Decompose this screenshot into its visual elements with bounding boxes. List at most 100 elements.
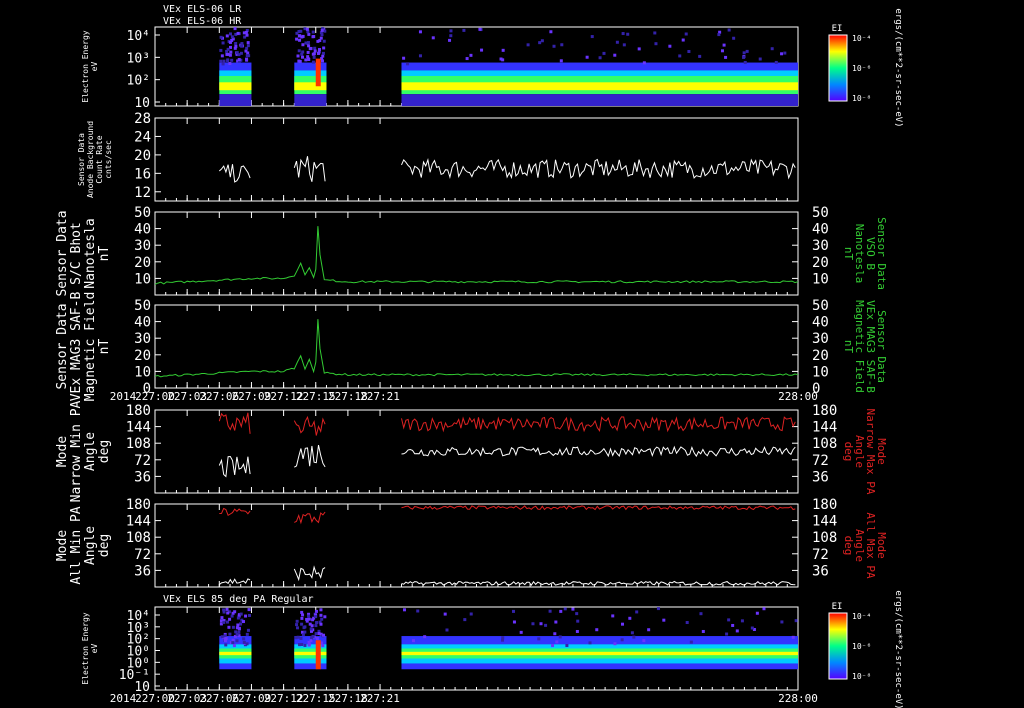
panel-0-heat-pixel: [245, 46, 249, 50]
panel-0-heat-pixel: [758, 57, 762, 61]
panel-6-heat-pixel: [611, 614, 615, 618]
panel-6-heat-pixel: [571, 607, 575, 611]
panel-6-heat-pixel: [519, 630, 523, 634]
colorbar-0-unit: ergs/(cm**2-sr-sec-eV): [893, 8, 903, 127]
panel-0-heat-pixel: [299, 29, 303, 33]
panel-6-heat-pixel: [555, 640, 559, 644]
panel-6-heat-pixel: [735, 629, 739, 633]
panel-6-heat-pixel: [319, 608, 323, 612]
panel-6-heat-pixel: [236, 616, 240, 620]
panel-4-ytick-label: 108: [126, 436, 151, 452]
panel-6-heat-pixel: [308, 622, 312, 626]
panel-6-heat-pixel: [301, 633, 305, 637]
panel-0-heat-pixel: [296, 54, 300, 58]
panel-3-ytick-label: 50: [134, 298, 151, 314]
panel-0-heat-pixel: [732, 36, 736, 40]
panel-6-heat-pixel: [224, 643, 228, 647]
panel-0-heat-pixel: [233, 46, 237, 50]
panel-0-heat-band: [294, 94, 327, 106]
colorbar-0-label: EI: [832, 24, 843, 34]
panel-5-ylabel-line: Mode: [55, 530, 70, 561]
panel-6-heat-pixel: [309, 627, 313, 631]
panel-0-heat-pixel: [526, 43, 530, 47]
panel-6-heat-pixel: [235, 639, 239, 643]
panel-1-ytick-label: 24: [134, 129, 151, 145]
colorbar-6-tick: 10⁻⁸: [852, 672, 871, 681]
panel-0-ytick-label: 10: [134, 96, 150, 111]
panel-6-heat-pixel: [563, 607, 567, 611]
panel-1-ylabel-line: Count Rate: [95, 135, 104, 183]
panel-0-heat-pixel: [297, 49, 301, 53]
panel-6-heat-pixel: [314, 615, 318, 619]
panel-0-heat-pixel: [229, 50, 233, 54]
panel-5-right-label-line: deg: [842, 536, 855, 556]
panel-6-heat-band: [294, 651, 327, 656]
panel-0-heat-pixel: [240, 44, 244, 48]
panel-0-heat-pixel: [228, 40, 232, 44]
panel-0-heat-pixel: [626, 32, 630, 36]
panel-0-heat-pixel: [637, 47, 641, 51]
panel-6-heat-pixel: [231, 641, 235, 645]
panel-2-ylabel-line: S/C Bhot: [69, 222, 84, 285]
panel-0-heat-pixel: [320, 28, 324, 32]
panel-1-ylabel-line: cnts/sec: [104, 140, 113, 179]
panel-0-heat-pixel: [317, 48, 321, 52]
panel-0-heat-pixel: [298, 38, 302, 42]
panel-3-ytick-label-right: 20: [812, 348, 829, 364]
panel-0-heat-pixel: [743, 61, 747, 65]
panel-6-heat-pixel: [323, 615, 327, 619]
panel-0-heat-pixel: [230, 58, 234, 62]
panel-6-heat-pixel: [755, 611, 759, 615]
panel-0-heat-pixel: [225, 49, 229, 53]
panel-6-heat-pixel: [296, 635, 300, 639]
panel-0-heat-pixel: [322, 46, 326, 50]
panel-6-heat-pixel: [548, 609, 552, 613]
panel-3-ylabel-line: Sensor Data: [55, 303, 70, 389]
panel-2-ylabel-line: Sensor Data: [55, 210, 70, 296]
panel-0-heat-pixel: [465, 57, 469, 61]
panel-0-heat-pixel: [306, 55, 310, 59]
panel-6-heat-pixel: [727, 618, 731, 622]
panel-6-heat-pixel: [740, 619, 744, 623]
time-axis-year-6: 2014: [110, 692, 137, 705]
panel-0-heat-band: [219, 94, 252, 106]
panel-6-heat-pixel: [242, 637, 246, 641]
panel-6-heat-pixel: [539, 622, 543, 626]
panel-0-heat-pixel: [313, 46, 317, 50]
panel-6-heat-pixel: [689, 640, 693, 644]
panel-3-ytick-label: 20: [134, 348, 151, 364]
panel-4-ylabel-line: Narrow Min PA: [69, 400, 84, 502]
panel-5-ytick-label: 72: [134, 547, 151, 563]
panel-2-ytick-label-right: 10: [812, 271, 829, 287]
panel-6-ylabel-line: eV: [90, 644, 99, 654]
panel-0-heat-pixel: [236, 31, 240, 35]
panel-0-heat-pixel: [469, 53, 473, 57]
panel-6-heat-pixel: [416, 609, 420, 613]
panel-0-heat-pixel: [316, 51, 320, 55]
panel-6-heat-pixel: [544, 623, 548, 627]
panel-4-ytick-label-right: 144: [812, 420, 837, 436]
colorbar-0-tick: 10⁻⁸: [852, 94, 871, 103]
panel-6-heat-pixel: [553, 632, 557, 636]
panel-0-heat-pixel: [717, 33, 721, 37]
panel-0-heat-pixel: [540, 39, 544, 43]
panel-6-heat-pixel: [512, 620, 516, 624]
panel-0-heat-pixel: [742, 55, 746, 59]
panel-0-heat-pixel: [234, 41, 238, 45]
panel-0-heat-pixel: [418, 30, 422, 34]
panel-6-heat-pixel: [469, 612, 473, 616]
panel-3-ytick-label-right: 10: [812, 364, 829, 380]
panel-6-heat-pixel: [248, 613, 252, 617]
panel-6-heat-pixel: [228, 617, 232, 621]
panel-6-heat-pixel: [685, 621, 689, 625]
panel-6-heat-pixel: [628, 616, 632, 620]
panel-0-heat-pixel: [698, 54, 702, 58]
panel-0-heat-pixel: [613, 53, 617, 57]
panel-6-heat-pixel: [632, 635, 636, 639]
panel-6-heat-pixel: [662, 618, 666, 622]
panel-6-heat-pixel: [319, 622, 323, 626]
panel-0-heat-pixel: [237, 53, 241, 57]
panel-5-ytick-label-right: 36: [812, 563, 829, 579]
panel-6-heat-pixel: [233, 610, 237, 614]
panel-2-ytick-label: 50: [134, 205, 151, 221]
